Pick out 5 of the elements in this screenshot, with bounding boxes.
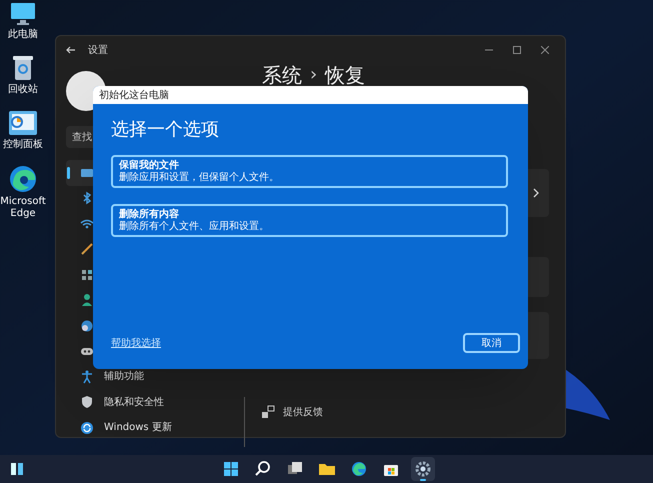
breadcrumb-item: 恢复 (325, 64, 366, 86)
window-title: 设置 (88, 44, 108, 58)
dialog-heading: 选择一个选项 (111, 118, 220, 142)
breadcrumb-separator: › (310, 64, 318, 86)
dialog-title: 初始化这台电脑 (99, 88, 169, 102)
